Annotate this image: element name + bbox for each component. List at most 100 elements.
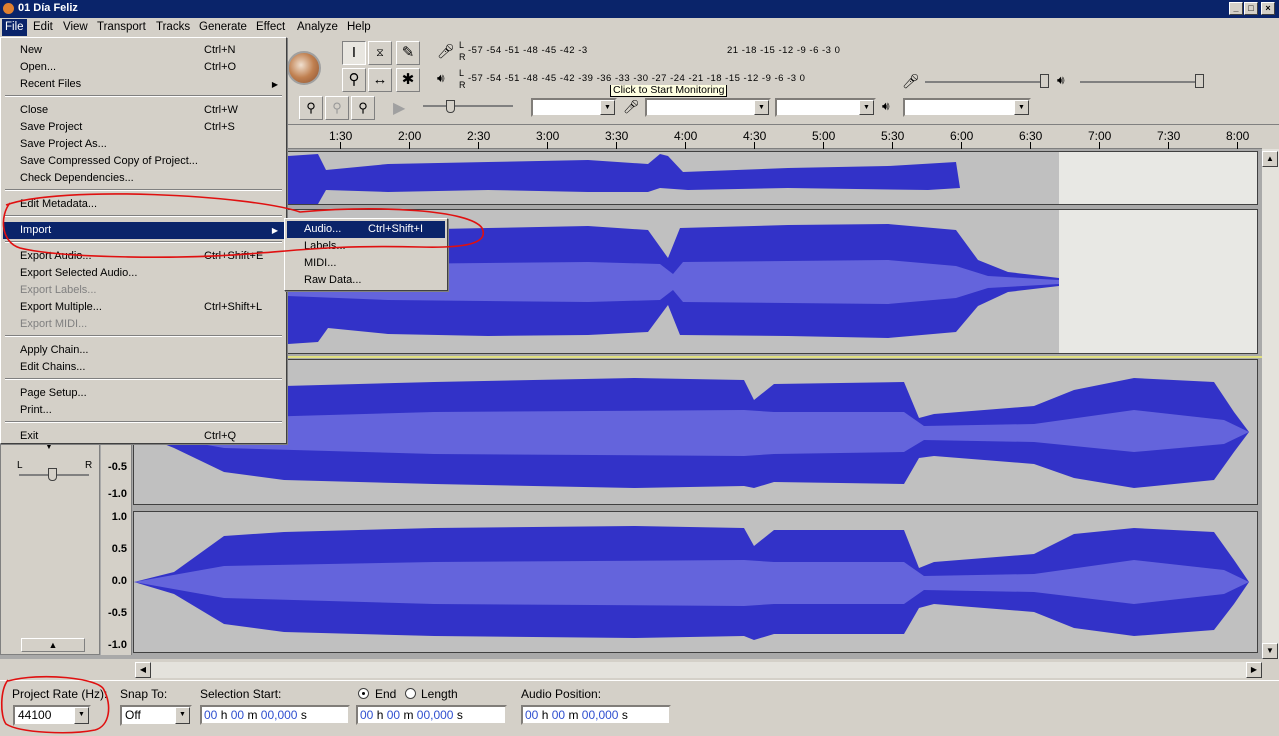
file-menu-item-new[interactable]: New Ctrl+N [3, 42, 284, 59]
record-meter-tail[interactable]: 21 -18 -15 -12 -9 -6 -3 0 [727, 45, 877, 57]
minimize-button[interactable]: _ [1229, 2, 1243, 15]
file-menu-item-check-dependencies[interactable]: Check Dependencies... [3, 170, 284, 187]
project-rate-select[interactable]: 44100 ▼ [13, 705, 91, 726]
input-volume-thumb[interactable] [1040, 74, 1049, 88]
file-menu-item-recent-files[interactable]: Recent Files ▶ [3, 76, 284, 93]
menu-item-label: Check Dependencies... [20, 172, 134, 184]
file-menu-item-save-project[interactable]: Save Project Ctrl+S [3, 119, 284, 136]
menu-item-label: Close [20, 104, 49, 116]
scroll-down-icon[interactable]: ▼ [1262, 643, 1278, 659]
menu-analyze[interactable]: Analyze [297, 21, 338, 33]
timeline-tick-mark [409, 142, 410, 149]
waveform-track-3-right[interactable] [133, 511, 1258, 653]
menu-generate[interactable]: Generate [199, 21, 247, 33]
menu-file[interactable]: File [2, 19, 27, 36]
fit-project-icon[interactable]: ⚲ [351, 96, 375, 120]
menu-item-shortcut: Ctrl+N [204, 44, 236, 56]
scale-neg1-label: -1.0 [108, 488, 127, 500]
microphone-icon[interactable]: 🎤︎ [437, 43, 455, 60]
file-menu-item-export-labels[interactable]: Export Labels... [3, 282, 284, 299]
chevron-down-icon: ▼ [175, 707, 190, 724]
timeshift-tool-icon[interactable]: ↔ [368, 68, 392, 92]
timeline-tick-label: 2:30 [467, 129, 491, 143]
close-button[interactable]: × [1261, 2, 1275, 15]
file-menu-item-open[interactable]: Open... Ctrl+O [3, 59, 284, 76]
file-menu-item-edit-chains[interactable]: Edit Chains... [3, 359, 284, 376]
vertical-scrollbar[interactable]: ▲ ▼ [1262, 149, 1279, 659]
draw-tool-icon[interactable]: ✎ [396, 41, 420, 65]
file-menu-item-save-project-as[interactable]: Save Project As... [3, 136, 284, 153]
play-at-speed-icon[interactable]: ▶ [393, 98, 405, 118]
zoom-tool-icon[interactable]: ⚲ [342, 68, 366, 92]
play-meter-r-label: R [459, 80, 466, 90]
pan-thumb[interactable] [48, 468, 57, 481]
menu-tracks[interactable]: Tracks [156, 21, 190, 33]
file-menu-item-close[interactable]: Close Ctrl+W [3, 102, 284, 119]
timeline-tick-mark [1099, 142, 1100, 149]
record-meter[interactable]: -57 -54 -51 -48 -45 -42 -3 [468, 45, 613, 57]
file-menu-item-export-midi[interactable]: Export MIDI... [3, 316, 284, 333]
file-menu-item-edit-metadata[interactable]: Edit Metadata... [3, 196, 284, 213]
multi-tool-icon[interactable]: ✱ [396, 68, 420, 92]
menu-transport[interactable]: Transport [97, 21, 146, 33]
envelope-tool-icon[interactable]: ⧖ [368, 41, 392, 65]
menu-item-shortcut: Ctrl+W [204, 104, 238, 116]
timeline-tick-mark [892, 142, 893, 149]
collapse-track-button[interactable]: ▲ [21, 638, 85, 652]
length-radio[interactable] [405, 688, 416, 699]
hh: 00 [360, 708, 374, 722]
scroll-up-icon[interactable]: ▲ [1262, 151, 1278, 167]
output-volume-slider[interactable] [1080, 81, 1200, 83]
file-menu-item-page-setup[interactable]: Page Setup... [3, 385, 284, 402]
waveform-track-3-left[interactable] [133, 359, 1258, 505]
end-radio[interactable] [358, 688, 369, 699]
speaker-icon[interactable]: 🔊︎ [437, 71, 445, 86]
menu-effect[interactable]: Effect [256, 21, 285, 33]
playback-device-select[interactable]: ▼ [903, 98, 1031, 117]
menu-help[interactable]: Help [347, 21, 371, 33]
selection-tool-icon[interactable]: I [342, 41, 366, 65]
file-menu-item-export-selected-audio[interactable]: Export Selected Audio... [3, 265, 284, 282]
scroll-left-icon[interactable]: ◀ [135, 662, 151, 678]
file-menu-item-import[interactable]: Import ▶ [3, 222, 284, 239]
selection-end-time[interactable]: 00 h 00 m 00,000 s [356, 705, 507, 725]
audio-host-select[interactable]: ▼ [531, 98, 617, 117]
play-speed-slider[interactable] [423, 105, 513, 107]
selection-start-time[interactable]: 00 h 00 m 00,000 s [200, 705, 350, 725]
input-volume-slider[interactable] [925, 81, 1045, 83]
import-item-raw-data[interactable]: Raw Data... [287, 272, 445, 289]
record-meter-l-label: L [459, 40, 465, 50]
menu-edit[interactable]: Edit [33, 21, 53, 33]
menu-item-shortcut: Ctrl+S [204, 121, 235, 133]
record-button[interactable] [287, 51, 321, 85]
audio-position-time[interactable]: 00 h 00 m 00,000 s [521, 705, 671, 725]
zoom-out-icon[interactable]: ⚲ [325, 96, 349, 120]
menu-item-label: Edit Chains... [20, 361, 86, 373]
file-menu-item-exit[interactable]: Exit Ctrl+Q [3, 428, 284, 445]
playback-meter[interactable]: -57 -54 -51 -48 -45 -42 -39 -36 -33 -30 … [468, 73, 878, 85]
hh: 00 [525, 708, 539, 722]
file-menu-item-export-audio[interactable]: Export Audio... Ctrl+Shift+E [3, 248, 284, 265]
horizontal-scrollbar[interactable]: ◀ ▶ [135, 662, 1262, 678]
output-volume-thumb[interactable] [1195, 74, 1204, 88]
maximize-button[interactable]: □ [1244, 2, 1258, 15]
submenu-arrow-icon: ▶ [271, 226, 278, 235]
scroll-right-icon[interactable]: ▶ [1246, 662, 1262, 678]
s-unit: s [621, 708, 628, 722]
play-speed-thumb[interactable] [446, 100, 455, 113]
file-menu-item-save-compressed-copy-of-project[interactable]: Save Compressed Copy of Project... [3, 153, 284, 170]
chevron-down-icon: ▼ [754, 100, 769, 115]
zoom-in-icon[interactable]: ⚲ [299, 96, 323, 120]
waveform-track-1-right[interactable] [287, 151, 1258, 205]
import-item-midi[interactable]: MIDI... [287, 255, 445, 272]
file-menu-item-apply-chain[interactable]: Apply Chain... [3, 342, 284, 359]
recording-device-select[interactable]: ▼ [645, 98, 771, 117]
import-item-audio[interactable]: Audio... Ctrl+Shift+I [287, 221, 445, 238]
snap-to-select[interactable]: Off ▼ [120, 705, 192, 726]
waveform-svg-3 [134, 378, 1249, 488]
import-item-labels[interactable]: Labels... [287, 238, 445, 255]
recording-channels-select[interactable]: ▼ [775, 98, 876, 117]
menu-view[interactable]: View [63, 21, 88, 33]
file-menu-item-print[interactable]: Print... [3, 402, 284, 419]
file-menu-item-export-multiple[interactable]: Export Multiple... Ctrl+Shift+L [3, 299, 284, 316]
